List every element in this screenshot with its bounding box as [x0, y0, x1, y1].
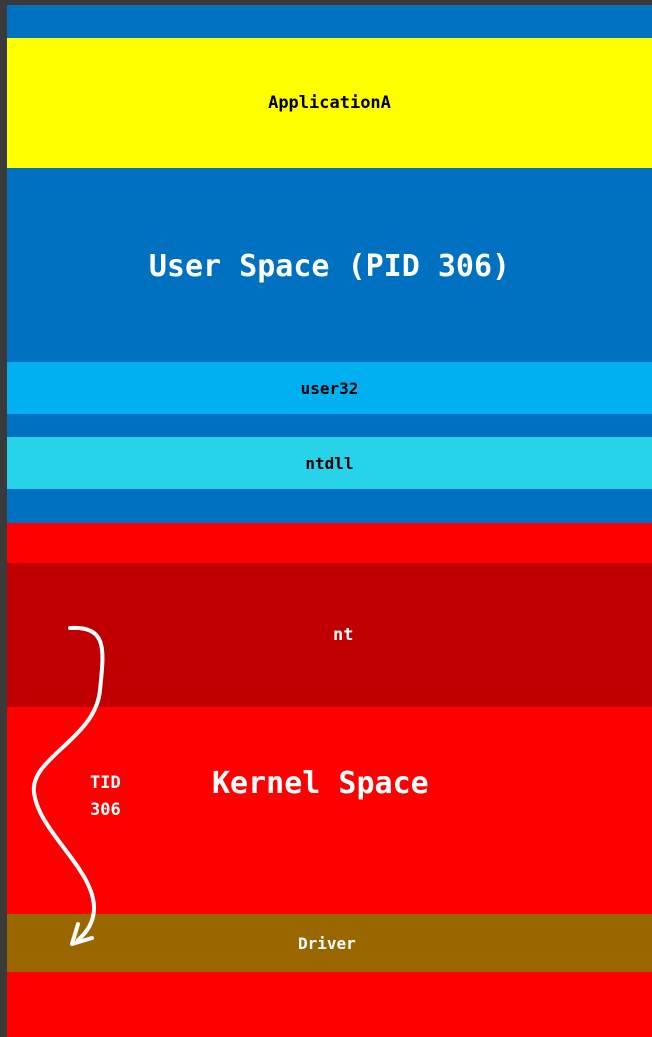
driver-label: Driver	[298, 933, 356, 953]
user-space-title: User Space (PID 306)	[148, 248, 511, 284]
kernel-space-title: Kernel Space	[212, 765, 429, 801]
application-layer: ApplicationA	[7, 38, 652, 168]
application-label: ApplicationA	[268, 93, 391, 113]
nt-layer: nt	[7, 563, 652, 707]
nt-label: nt	[333, 625, 354, 645]
user32-layer: user32	[7, 362, 652, 414]
thread-id-label-line1: TID	[90, 773, 121, 793]
diagram-canvas: ApplicationA User Space (PID 306) user32…	[0, 0, 652, 1037]
ntdll-layer: ntdll	[7, 437, 652, 489]
thread-id-label-line2: 306	[90, 800, 121, 820]
user32-label: user32	[300, 378, 359, 398]
ntdll-label: ntdll	[305, 453, 354, 473]
driver-layer: Driver	[7, 914, 652, 972]
thread-id-label: TID 306	[90, 770, 121, 824]
